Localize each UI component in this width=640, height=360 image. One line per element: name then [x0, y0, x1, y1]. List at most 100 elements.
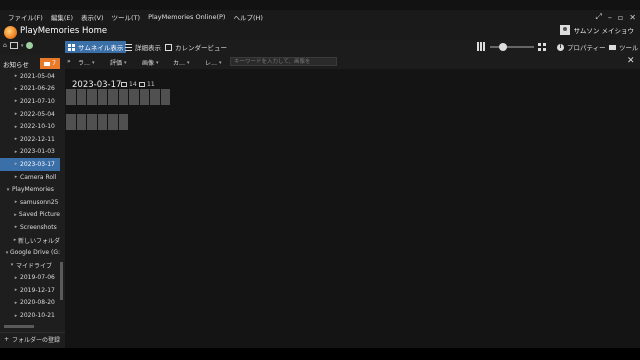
- notice-button[interactable]: 7: [40, 58, 60, 69]
- computer-icon: [9, 42, 18, 49]
- bullet-icon[interactable]: ▸: [12, 136, 20, 142]
- sidebar-item[interactable]: ▸ 2019-07-06: [0, 272, 60, 285]
- thumbnail-area: [65, 69, 640, 348]
- sidebar-item[interactable]: ▸ 2020-10-21: [0, 309, 60, 322]
- thumbnail[interactable]: [129, 89, 139, 105]
- thumbnail[interactable]: [108, 114, 118, 130]
- bullet-icon[interactable]: ▸: [12, 149, 20, 155]
- menu-file[interactable]: ファイル(F): [0, 12, 47, 22]
- thumbnail[interactable]: [108, 89, 118, 105]
- sidebar-item[interactable]: ▸ Screenshots: [0, 221, 60, 234]
- sidebar-item[interactable]: ▸ 2021-06-26: [0, 83, 60, 96]
- thumbnail-row: [66, 114, 128, 130]
- sidebar-item[interactable]: ▸ 2022-05-04: [0, 108, 60, 121]
- thumbnail[interactable]: [87, 89, 97, 105]
- bullet-icon[interactable]: ▸: [12, 275, 20, 281]
- chevron-down-icon: ▾: [92, 59, 95, 66]
- menu-edit[interactable]: 編集(E): [47, 12, 77, 22]
- bullet-icon[interactable]: ▸: [12, 161, 20, 167]
- source-selector[interactable]: ⌂ ▾: [3, 42, 34, 49]
- bullet-icon[interactable]: ▸: [12, 300, 20, 306]
- sidebar-item[interactable]: ▸ 2023-03-17: [0, 158, 60, 171]
- sidebar-item[interactable]: ▾ マイドライブ: [0, 259, 60, 272]
- thumbnail[interactable]: [97, 89, 107, 105]
- large-thumbnails-icon[interactable]: [538, 42, 546, 51]
- sidebar-item-label: 2020-10-21: [20, 312, 55, 320]
- sidebar-item-label: Google Drive (G:: [10, 249, 60, 257]
- menu-playmemories-online[interactable]: PlayMemories Online(P): [144, 13, 229, 21]
- tab-calendar-view[interactable]: カレンダービュー: [162, 41, 230, 53]
- bullet-icon[interactable]: ▸: [12, 86, 20, 92]
- filter-image-dropdown[interactable]: 画像 ▾: [142, 58, 159, 68]
- menu-tools[interactable]: ツール(T): [108, 12, 145, 22]
- sidebar-item[interactable]: ▸ 2019-12-17: [0, 284, 60, 297]
- tab-thumbnail-view[interactable]: サムネイル表示: [65, 41, 127, 53]
- user-account[interactable]: サムソン メイショウ: [559, 25, 634, 35]
- bullet-icon[interactable]: ▸: [12, 98, 20, 104]
- close-filter-icon[interactable]: ✕: [627, 56, 635, 66]
- bullet-icon[interactable]: ▸: [12, 124, 20, 130]
- sidebar-item[interactable]: ▾ Google Drive (G:: [0, 246, 60, 259]
- sidebar-item[interactable]: ▸ 2022-10-10: [0, 120, 60, 133]
- folder-tree-horizontal-scrollbar[interactable]: [4, 325, 34, 328]
- tab-detail-view[interactable]: 詳細表示: [122, 41, 164, 53]
- thumbnail[interactable]: [66, 89, 76, 105]
- bullet-icon[interactable]: ▸: [12, 224, 20, 230]
- keyword-search-input[interactable]: キーワードを入力して、画像を: [230, 57, 337, 66]
- filter-label: カ…: [173, 60, 186, 67]
- thumbnail[interactable]: [139, 89, 149, 105]
- expand-arrow-icon[interactable]: ▾: [4, 187, 12, 193]
- sidebar-item[interactable]: ▸ 2022-12-11: [0, 133, 60, 146]
- tools-button[interactable]: ツール: [609, 42, 639, 52]
- expand-arrow-icon[interactable]: ▾: [8, 262, 16, 268]
- thumbnail-size-slider[interactable]: [490, 42, 534, 51]
- app-title: PlayMemories Home: [20, 26, 108, 36]
- menu-view[interactable]: 表示(V): [77, 12, 108, 22]
- sidebar-item[interactable]: ▸ 2020-08-20: [0, 297, 60, 310]
- filter-rating-dropdown[interactable]: 評価 ▾: [110, 58, 127, 68]
- close-icon[interactable]: ✕: [629, 13, 636, 22]
- bullet-icon[interactable]: ▸: [12, 287, 20, 293]
- maximize-icon[interactable]: ▫: [618, 13, 623, 22]
- menu-help[interactable]: ヘルプ(H): [229, 12, 266, 22]
- sidebar-item[interactable]: ▾ PlayMemories: [0, 183, 60, 196]
- bullet-icon[interactable]: ▸: [12, 174, 20, 180]
- sidebar-item[interactable]: ▸ 2021-07-10: [0, 95, 60, 108]
- small-thumbnails-icon[interactable]: [477, 42, 486, 51]
- sidebar-item-label: 2021-06-26: [20, 85, 55, 93]
- sidebar-item[interactable]: ▸ 2021-05-04: [0, 70, 60, 83]
- thumbnail[interactable]: [87, 114, 97, 130]
- sidebar-item[interactable]: ▸ 新しいフォルダ: [0, 234, 60, 247]
- sidebar-item[interactable]: ▸ samusonn25: [0, 196, 60, 209]
- filter-lens-dropdown[interactable]: レ… ▾: [205, 58, 222, 68]
- bottom-border: [0, 348, 640, 360]
- minimize-icon[interactable]: –: [608, 13, 612, 22]
- info-icon: i: [557, 43, 564, 51]
- thumbnail[interactable]: [76, 89, 86, 105]
- thumbnail[interactable]: [150, 89, 160, 105]
- bullet-icon[interactable]: ▸: [12, 212, 19, 218]
- thumbnail[interactable]: [118, 89, 128, 105]
- add-folder-button[interactable]: + フォルダーの登録: [0, 332, 65, 346]
- fullscreen-icon[interactable]: ⤢: [595, 12, 601, 22]
- thumbnail[interactable]: [118, 114, 128, 130]
- bullet-icon[interactable]: ▸: [12, 111, 20, 117]
- sidebar-item[interactable]: ▸ Saved Picture: [0, 209, 60, 222]
- filter-toggle[interactable]: »: [67, 58, 71, 65]
- folder-tree-vertical-scrollbar[interactable]: [60, 262, 63, 300]
- sidebar-item[interactable]: ▸ Camera Roll: [0, 171, 60, 184]
- bullet-icon[interactable]: ▸: [12, 313, 20, 319]
- chevron-down-icon: ▾: [219, 59, 222, 66]
- bullet-icon[interactable]: ▸: [12, 73, 20, 79]
- filter-camera-dropdown[interactable]: カ… ▾: [173, 58, 190, 68]
- sidebar-item-label: Saved Picture: [18, 211, 60, 219]
- sidebar-item[interactable]: ▸ 2023-01-03: [0, 146, 60, 159]
- properties-button[interactable]: i プロパティー: [557, 42, 606, 52]
- thumbnail[interactable]: [76, 114, 86, 130]
- thumbnail[interactable]: [160, 89, 170, 105]
- slider-knob[interactable]: [499, 42, 507, 51]
- thumbnail[interactable]: [97, 114, 107, 130]
- filter-label-dropdown[interactable]: ラ… ▾: [78, 58, 95, 68]
- bullet-icon[interactable]: ▸: [12, 199, 20, 205]
- thumbnail[interactable]: [66, 114, 76, 130]
